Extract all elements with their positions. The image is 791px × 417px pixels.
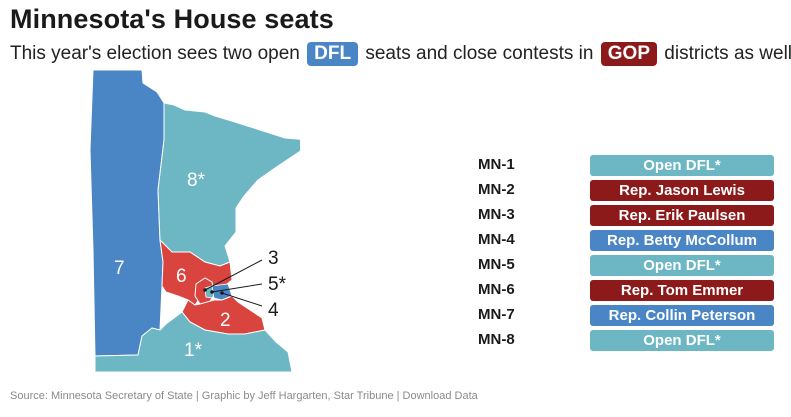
district-7-shape[interactable] xyxy=(89,69,165,357)
subtitle-text-3: districts as well. xyxy=(664,43,791,64)
district-status-badge: Rep. Betty McCollum xyxy=(590,230,774,251)
district-status-badge: Rep. Jason Lewis xyxy=(590,180,774,201)
district-legend: MN-1 Open DFL* MN-2 Rep. Jason Lewis MN-… xyxy=(478,154,778,354)
callout-dot-3 xyxy=(203,288,207,292)
district-code: MN-6 xyxy=(478,281,515,298)
legend-row: MN-3 Rep. Erik Paulsen xyxy=(478,204,778,229)
district-code: MN-7 xyxy=(478,306,515,323)
district-label-1: 1* xyxy=(184,340,203,361)
legend-row: MN-4 Rep. Betty McCollum xyxy=(478,229,778,254)
district-code: MN-3 xyxy=(478,206,515,223)
callout-label-5: 5* xyxy=(268,274,287,295)
legend-row: MN-8 Open DFL* xyxy=(478,329,778,354)
district-code: MN-2 xyxy=(478,181,515,198)
district-8-shape[interactable] xyxy=(157,102,300,267)
subtitle-text-1: This year's election sees two open xyxy=(10,43,300,64)
district-label-2: 2 xyxy=(220,310,231,331)
legend-row: MN-7 Rep. Collin Peterson xyxy=(478,304,778,329)
district-status-badge: Rep. Erik Paulsen xyxy=(590,205,774,226)
callout-dot-4 xyxy=(220,291,224,295)
gop-tag: GOP xyxy=(600,42,657,66)
district-label-6: 6 xyxy=(176,266,187,287)
legend-row: MN-1 Open DFL* xyxy=(478,154,778,179)
district-code: MN-5 xyxy=(478,256,515,273)
callout-dot-5 xyxy=(210,290,214,294)
district-status-badge: Rep. Collin Peterson xyxy=(590,305,774,326)
callout-label-4: 4 xyxy=(268,300,279,321)
district-status-badge: Rep. Tom Emmer xyxy=(590,280,774,301)
district-code: MN-1 xyxy=(478,156,515,173)
district-label-8: 8* xyxy=(187,170,206,191)
subtitle: This year's election sees two open DFL s… xyxy=(10,42,791,66)
callout-label-3: 3 xyxy=(268,248,279,269)
subtitle-text-2: seats and close contests in xyxy=(365,43,594,64)
legend-row: MN-5 Open DFL* xyxy=(478,254,778,279)
page-title: Minnesota's House seats xyxy=(10,4,334,34)
legend-row: MN-2 Rep. Jason Lewis xyxy=(478,179,778,204)
district-code: MN-4 xyxy=(478,231,515,248)
dfl-tag: DFL xyxy=(307,42,359,66)
minnesota-district-map: 8* 7 6 2 1* 3 5* 4 xyxy=(89,69,300,373)
source-credit: Source: Minnesota Secretary of State | G… xyxy=(10,390,478,402)
district-code: MN-8 xyxy=(478,331,515,348)
district-status-badge: Open DFL* xyxy=(590,255,774,276)
district-status-badge: Open DFL* xyxy=(590,330,774,351)
district-label-7: 7 xyxy=(114,258,125,279)
legend-row: MN-6 Rep. Tom Emmer xyxy=(478,279,778,304)
district-status-badge: Open DFL* xyxy=(590,155,774,176)
